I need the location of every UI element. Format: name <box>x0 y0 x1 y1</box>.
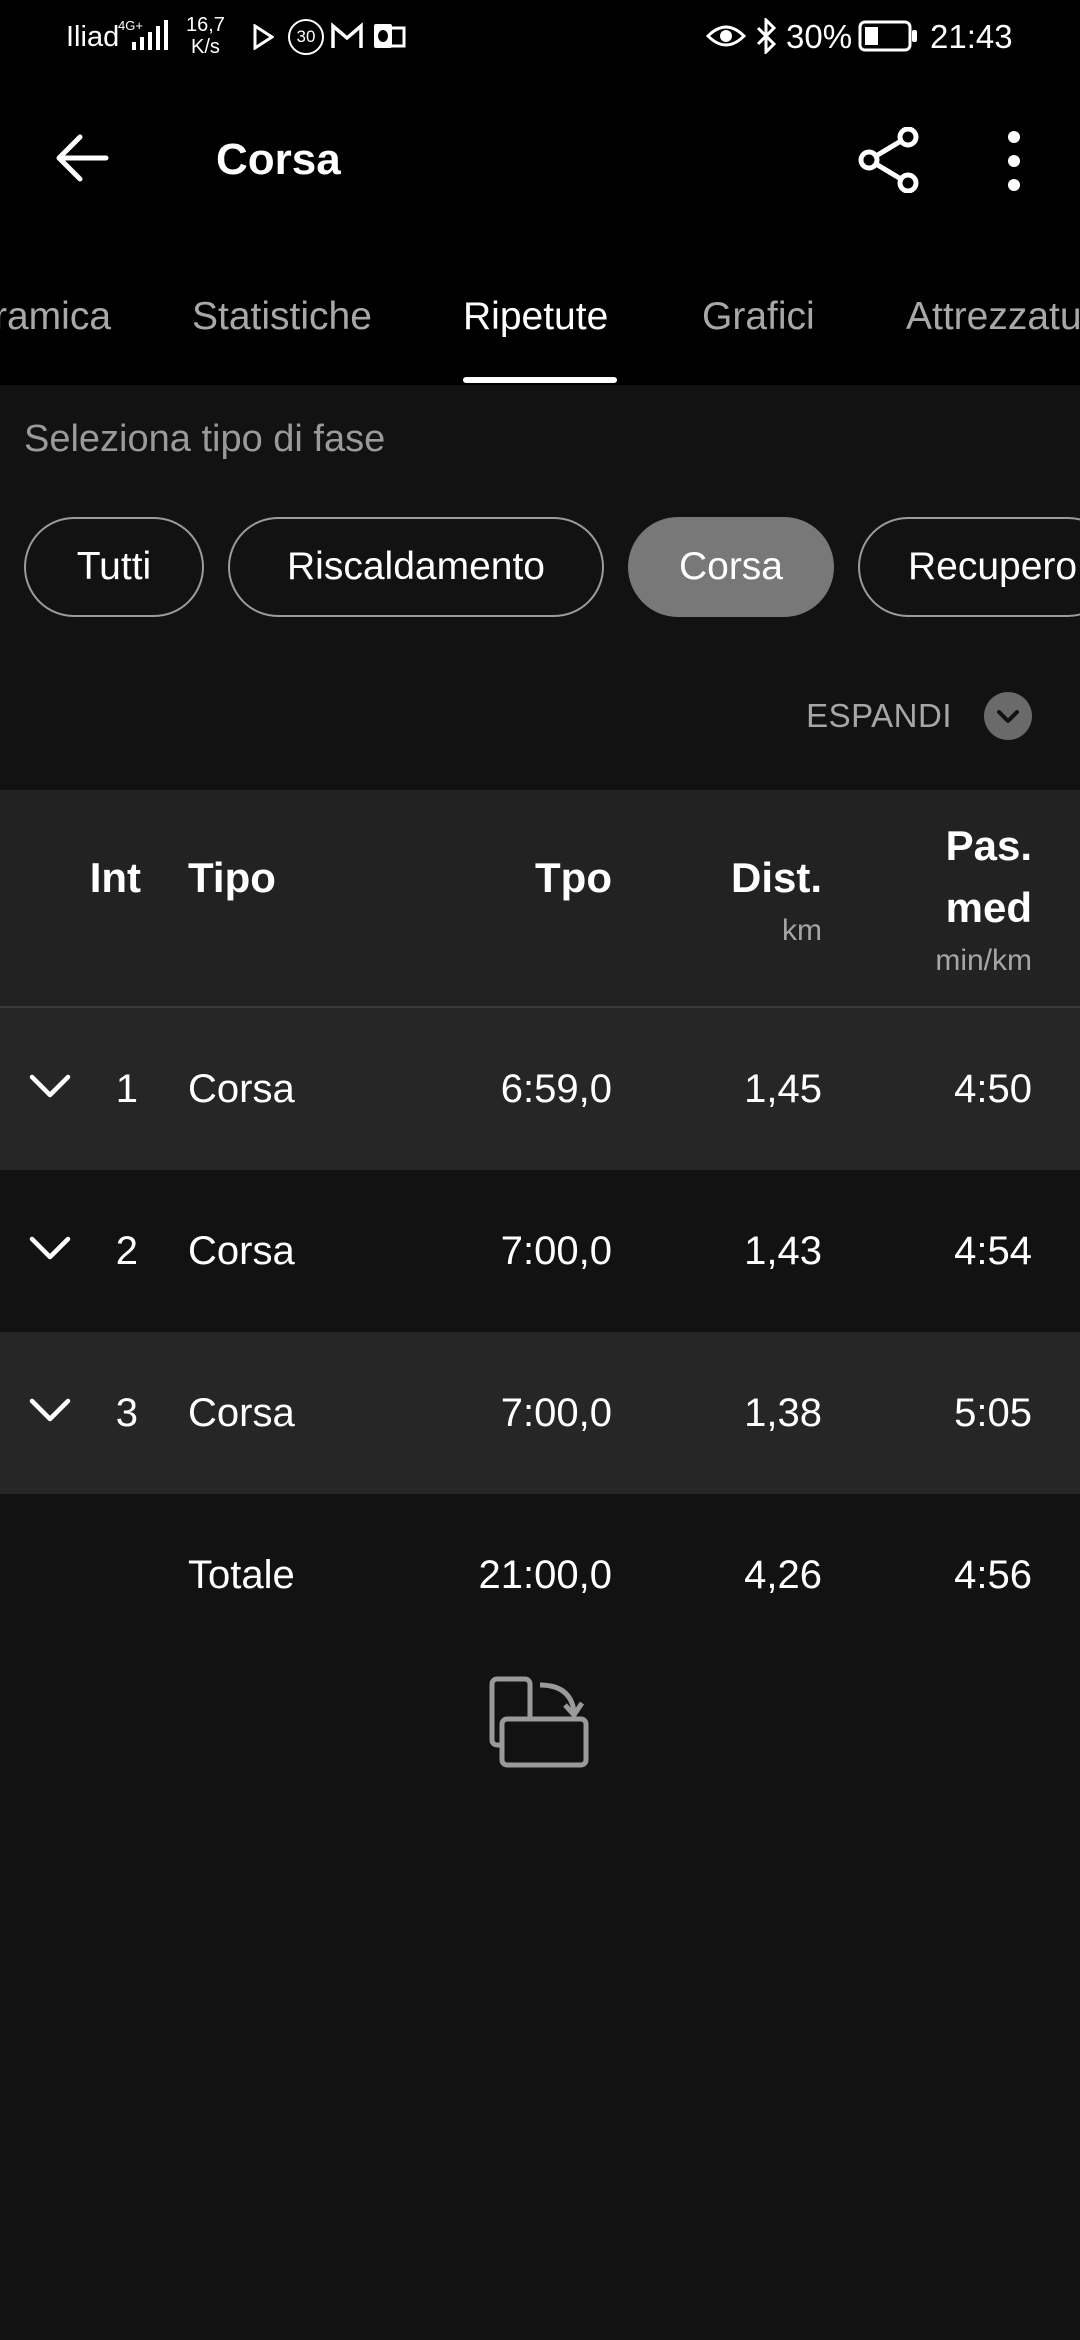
table-header: Int Tipo Tpo Dist. km Pas. med min/km <box>0 790 1080 1008</box>
tab-bar: ramica Statistiche Ripetute Grafici Attr… <box>0 245 1080 385</box>
tab-statistiche[interactable]: Statistiche <box>192 295 372 339</box>
tab-ripetute[interactable]: Ripetute <box>463 295 608 339</box>
share-icon[interactable] <box>858 127 920 193</box>
header-dist: Dist. <box>730 854 822 901</box>
table-total-row: Totale 21:00,0 4,26 4:56 <box>0 1494 1080 1656</box>
signal-icon <box>132 20 168 50</box>
clock: 21:43 <box>930 18 1013 55</box>
app-bar: Corsa <box>0 75 1080 245</box>
total-pace: 4:56 <box>954 1553 1032 1597</box>
row-pace: 4:54 <box>954 1229 1032 1273</box>
row-tipo: Corsa <box>188 1229 295 1273</box>
row-tpo: 7:00,0 <box>500 1229 612 1273</box>
gmail-icon <box>331 22 363 48</box>
header-pace-unit: min/km <box>935 944 1032 977</box>
row-tipo: Corsa <box>188 1067 295 1111</box>
speed-value: 16,7 <box>186 14 225 36</box>
row-dist: 1,43 <box>744 1229 822 1273</box>
row-pace: 5:05 <box>954 1391 1032 1435</box>
battery-icon <box>858 20 917 52</box>
rotate-screen-icon[interactable] <box>488 1675 592 1771</box>
header-dist-unit: km <box>782 914 822 947</box>
back-arrow-icon[interactable] <box>54 133 110 183</box>
row-tipo: Corsa <box>188 1391 295 1435</box>
row-int: 3 <box>115 1391 138 1435</box>
notification-badge-icon: 30 <box>288 19 324 55</box>
header-int: Int <box>89 854 141 901</box>
tab-indicator <box>463 377 617 383</box>
row-dist: 1,45 <box>744 1067 822 1111</box>
header-tpo: Tpo <box>535 854 612 901</box>
row-tpo: 6:59,0 <box>500 1067 612 1111</box>
chip-recupero[interactable]: Recupero <box>858 517 1080 617</box>
eye-comfort-icon <box>706 25 746 47</box>
battery-percent: 30% <box>786 18 853 55</box>
chevron-down-icon[interactable] <box>28 1395 72 1425</box>
header-pace-line2: med <box>945 884 1032 931</box>
row-tpo: 7:00,0 <box>500 1391 612 1435</box>
data-speed: 16,7 K/s <box>186 14 225 58</box>
row-dist: 1,38 <box>744 1391 822 1435</box>
carrier-name: Iliad <box>66 21 120 53</box>
expand-label[interactable]: ESPANDI <box>806 697 952 735</box>
row-pace: 4:50 <box>954 1067 1032 1111</box>
total-tpo: 21:00,0 <box>478 1553 612 1597</box>
chip-corsa[interactable]: Corsa <box>628 517 834 617</box>
row-int: 1 <box>115 1067 138 1111</box>
total-label: Totale <box>188 1553 295 1597</box>
header-pace-line1: Pas. <box>945 822 1032 869</box>
table-row[interactable]: 1 Corsa 6:59,0 1,45 4:50 <box>0 1008 1080 1170</box>
tab-attrezzatura[interactable]: Attrezzatu <box>906 295 1080 339</box>
outlook-icon <box>374 24 406 48</box>
table-row[interactable]: 2 Corsa 7:00,0 1,43 4:54 <box>0 1170 1080 1332</box>
expand-button[interactable] <box>984 692 1032 740</box>
phase-chips: Tutti Riscaldamento Corsa Recupero <box>0 515 1080 625</box>
total-dist: 4,26 <box>744 1553 822 1597</box>
chip-tutti[interactable]: Tutti <box>24 517 204 617</box>
page-title: Corsa <box>216 135 341 184</box>
table-row[interactable]: 3 Corsa 7:00,0 1,38 5:05 <box>0 1332 1080 1494</box>
chevron-down-icon[interactable] <box>28 1233 72 1263</box>
tab-panoramica[interactable]: ramica <box>0 295 111 339</box>
row-int: 2 <box>115 1229 138 1273</box>
play-icon <box>253 24 274 50</box>
chevron-down-icon[interactable] <box>28 1071 72 1101</box>
chip-riscaldamento[interactable]: Riscaldamento <box>228 517 604 617</box>
header-tipo: Tipo <box>188 854 276 901</box>
more-vert-icon[interactable] <box>1004 129 1024 193</box>
status-bar: Iliad 4G+ 16,7 K/s 30 30% 21:43 <box>0 0 1080 75</box>
bluetooth-icon <box>756 18 777 54</box>
phase-selector-label: Seleziona tipo di fase <box>24 418 386 460</box>
chevron-down-icon <box>997 710 1019 723</box>
speed-unit: K/s <box>191 36 220 58</box>
tab-grafici[interactable]: Grafici <box>702 295 815 339</box>
